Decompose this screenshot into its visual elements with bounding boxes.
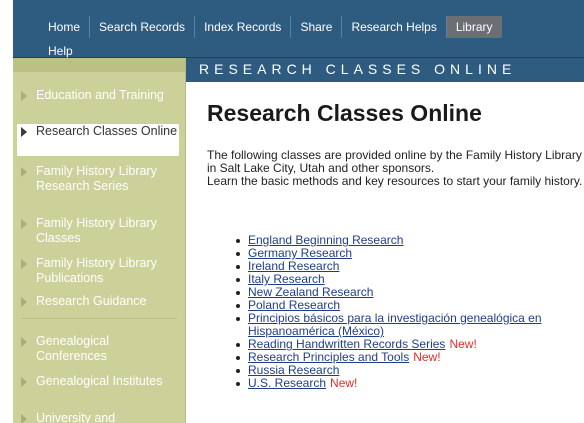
nav-home[interactable]: Home — [39, 16, 91, 38]
intro-text: The following classes are provided onlin… — [207, 149, 584, 188]
class-link[interactable]: Germany Research — [248, 246, 352, 260]
chevron-right-icon — [21, 414, 27, 423]
sidebar-item-label: Research Classes Online — [36, 124, 178, 138]
new-badge: New! — [330, 376, 358, 390]
top-navigation: Home Search Records Index Records Share … — [13, 0, 584, 58]
nav-research-helps[interactable]: Research Helps — [342, 16, 447, 38]
sidebar-item-fhl-classes[interactable]: Family History Library Classes — [17, 216, 179, 248]
browser-page: Home Search Records Index Records Share … — [13, 0, 584, 423]
list-item: U.S. Research New! — [207, 377, 584, 390]
nav-row-primary: Home Search Records Index Records Share … — [39, 16, 502, 38]
main-content: RESEARCH CLASSES ONLINE Research Classes… — [186, 58, 584, 423]
bullet-icon — [236, 252, 240, 256]
class-list: England Beginning Research Germany Resea… — [207, 234, 584, 390]
sidebar-item-label: University and — [36, 411, 116, 423]
chevron-right-icon — [21, 127, 27, 137]
class-link[interactable]: Italy Research — [248, 272, 325, 286]
page-title: Research Classes Online — [207, 100, 482, 126]
bullet-icon — [236, 369, 240, 373]
sidebar-item-label: Family History Library Classes — [36, 216, 157, 245]
sidebar-item-university[interactable]: University and — [17, 411, 179, 423]
chevron-right-icon — [21, 297, 27, 307]
bullet-icon — [236, 382, 240, 386]
sidebar-item-genealogical-conferences[interactable]: Genealogical Conferences — [17, 334, 179, 366]
sidebar-item-education-and-training[interactable]: Education and Training — [17, 88, 179, 120]
chevron-right-icon — [21, 259, 27, 269]
sidebar-divider — [21, 318, 177, 319]
bullet-icon — [236, 291, 240, 295]
sidebar-item-label: Family History Library Publications — [36, 256, 157, 285]
sidebar-item-fhl-publications[interactable]: Family History Library Publications — [17, 256, 179, 288]
bullet-icon — [236, 239, 240, 243]
bullet-icon — [236, 356, 240, 360]
class-link[interactable]: Russia Research — [248, 363, 339, 377]
sidebar-item-label: Genealogical Conferences — [36, 334, 109, 363]
class-link[interactable]: Reading Handwritten Records Series — [248, 337, 445, 351]
new-badge: New! — [449, 337, 477, 351]
sidebar-item-research-guidance[interactable]: Research Guidance — [17, 294, 179, 310]
class-link[interactable]: U.S. Research — [248, 376, 326, 390]
class-link[interactable]: Ireland Research — [248, 259, 339, 273]
class-link[interactable]: Research Principles and Tools — [248, 350, 409, 364]
class-link[interactable]: England Beginning Research — [248, 233, 403, 247]
sidebar-item-fhl-research-series[interactable]: Family History Library Research Series — [17, 164, 179, 212]
nav-index-records[interactable]: Index Records — [195, 16, 292, 38]
bullet-icon — [236, 265, 240, 269]
sidebar-item-label: Family History Library Research Series — [36, 164, 157, 193]
nav-search-records[interactable]: Search Records — [90, 16, 196, 38]
sidebar-item-label: Genealogical Institutes — [36, 374, 163, 388]
bullet-icon — [236, 304, 240, 308]
bullet-icon — [236, 317, 240, 321]
intro-paragraph: The following classes are provided onlin… — [207, 148, 582, 175]
sidebar-item-label: Education and Training — [36, 88, 164, 102]
sidebar-item-genealogical-institutes[interactable]: Genealogical Institutes — [17, 374, 179, 406]
class-link[interactable]: Poland Research — [248, 298, 340, 312]
nav-library[interactable]: Library — [446, 16, 502, 38]
chevron-right-icon — [21, 219, 27, 229]
section-header-band: RESEARCH CLASSES ONLINE — [186, 58, 584, 82]
chevron-right-icon — [21, 167, 27, 177]
bullet-icon — [236, 343, 240, 347]
nav-share[interactable]: Share — [291, 16, 343, 38]
intro-paragraph: Learn the basic methods and key resource… — [207, 174, 583, 188]
list-item: Principios básicos para la investigación… — [207, 312, 584, 338]
section-header-text: RESEARCH CLASSES ONLINE — [199, 61, 517, 77]
sidebar-top-band — [13, 58, 185, 72]
new-badge: New! — [413, 350, 441, 364]
sidebar: Education and Training Research Classes … — [13, 58, 186, 423]
sidebar-item-research-classes-online[interactable]: Research Classes Online — [17, 124, 179, 156]
chevron-right-icon — [21, 377, 27, 387]
class-link[interactable]: New Zealand Research — [248, 285, 373, 299]
chevron-right-icon — [21, 337, 27, 347]
class-link[interactable]: Principios básicos para la investigación… — [248, 311, 542, 338]
bullet-icon — [236, 278, 240, 282]
chevron-right-icon — [21, 91, 27, 101]
sidebar-item-label: Research Guidance — [36, 294, 147, 308]
